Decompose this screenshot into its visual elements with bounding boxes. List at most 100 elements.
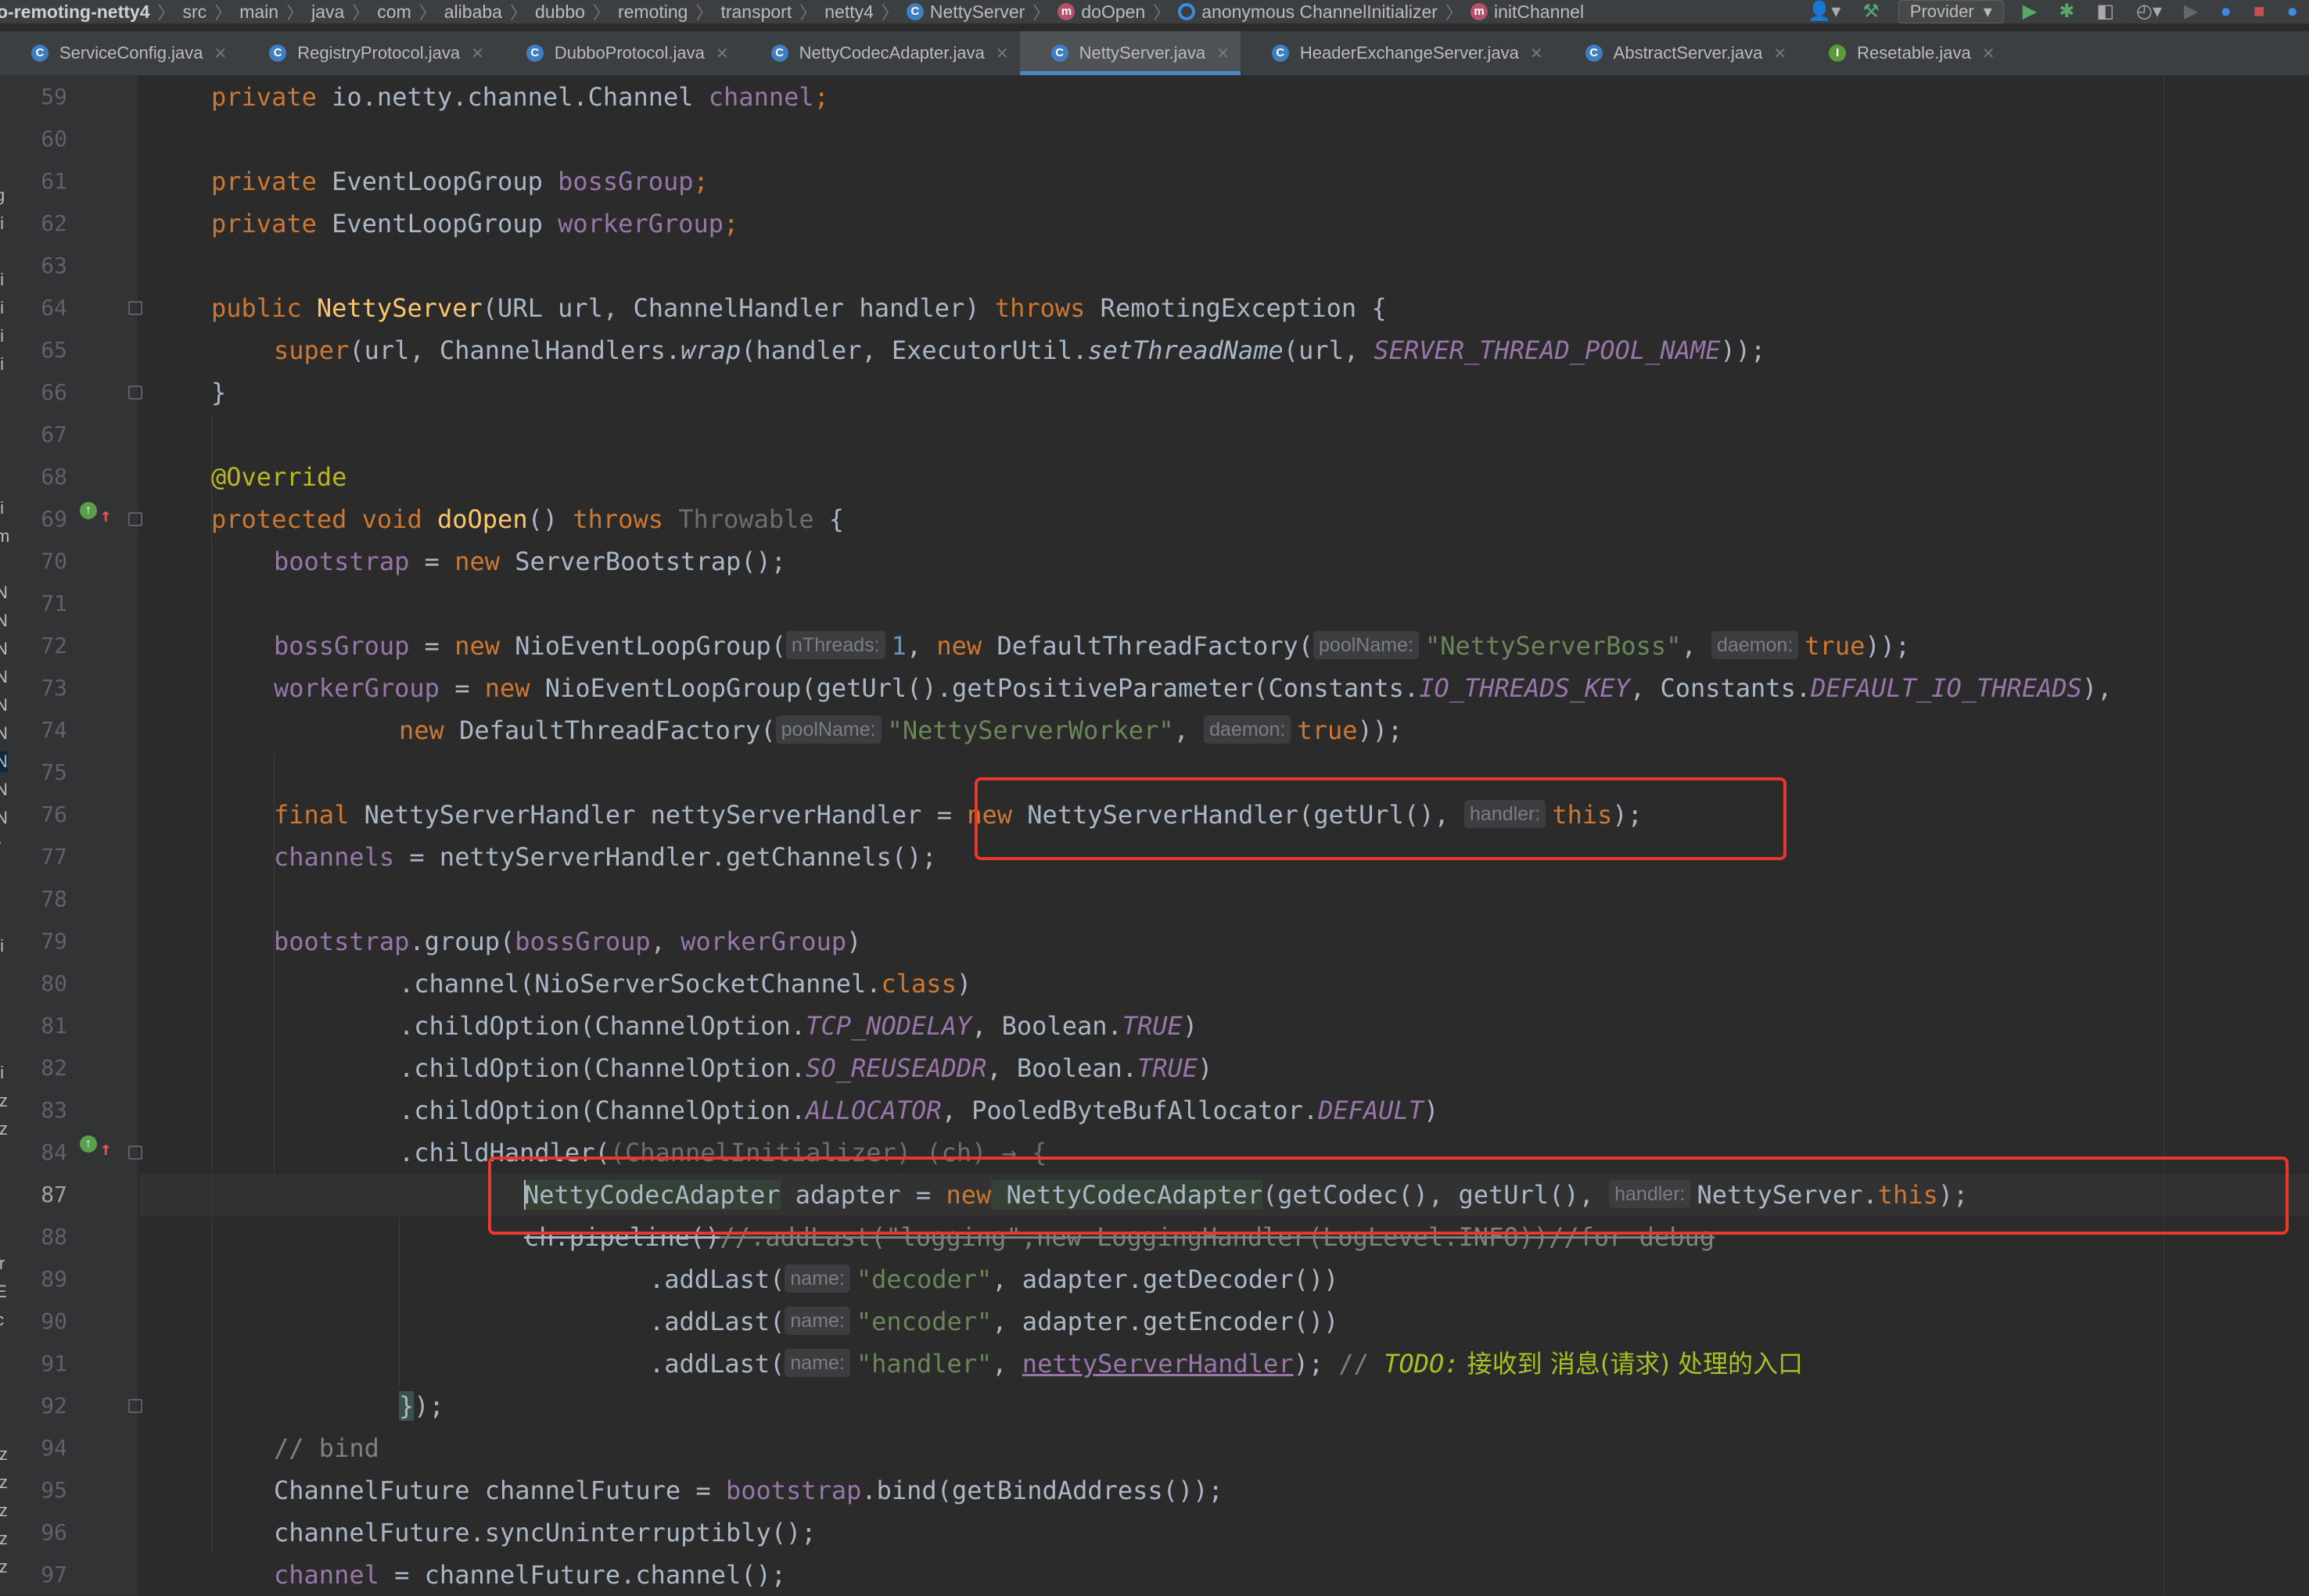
breadcrumb-init-channel[interactable]: m initChannel — [1470, 0, 1584, 23]
breadcrumb-separator: 〉 — [799, 3, 817, 23]
chevron-down-icon: ▾ — [1983, 2, 1992, 21]
breadcrumb-anonymous-class[interactable]: anonymous ChannelInitializer — [1178, 0, 1438, 23]
breadcrumb-class[interactable]: C NettyServer — [906, 0, 1025, 23]
breadcrumb-netty4[interactable]: netty4 — [824, 0, 874, 23]
tab-resetable[interactable]: I Resetable.java ✕ — [1797, 31, 2006, 75]
tab-abstractserver[interactable]: C AbstractServer.java ✕ — [1554, 31, 1798, 75]
token: ch.pipeline() — [524, 1222, 720, 1252]
close-icon[interactable]: ✕ — [1530, 44, 1543, 63]
token: (URL url, ChannelHandler handler) — [482, 293, 980, 323]
update-icon[interactable]: ● — [2221, 0, 2232, 23]
line-number: 60 — [41, 126, 67, 152]
run-configuration-label: Provider — [1909, 2, 1974, 21]
code-line: .childHandler((ChannelInitializer) (ch) … — [399, 1132, 1047, 1174]
breadcrumb-anonymous-label: anonymous ChannelInitializer — [1201, 1, 1438, 22]
close-icon[interactable]: ✕ — [471, 44, 484, 63]
class-icon: C — [31, 45, 48, 62]
token: protected — [211, 504, 347, 534]
collapsed-lambda[interactable]: (ChannelInitializer) (ch) → { — [610, 1138, 1047, 1167]
line-number: 59 — [41, 84, 67, 109]
close-icon[interactable]: ✕ — [214, 44, 227, 63]
token: bootstrap — [274, 547, 410, 576]
run-configuration-select[interactable]: Provider ▾ — [1898, 0, 2004, 23]
token: ) — [1198, 1053, 1213, 1083]
project-tree-fragment: iz — [0, 1529, 8, 1548]
token: bossGroup — [558, 167, 694, 196]
project-tree-fragment: N — [0, 611, 8, 630]
token: EventLoopGroup — [332, 209, 543, 239]
debug-icon[interactable]: ✱ — [2059, 0, 2074, 23]
run-icon[interactable]: ▶ — [2023, 0, 2037, 23]
tab-nettyserver[interactable]: C NettyServer.java ✕ — [1019, 31, 1241, 75]
breadcrumb-com[interactable]: com — [377, 0, 411, 23]
close-icon[interactable]: ✕ — [1773, 44, 1787, 63]
token: , — [906, 631, 937, 661]
hammer-icon[interactable]: ⚒ — [1862, 0, 1880, 23]
stop-icon[interactable]: ■ — [2253, 0, 2265, 23]
tab-serviceconfig[interactable]: C ServiceConfig.java ✕ — [0, 31, 238, 75]
token: .childHandler( — [399, 1138, 610, 1167]
token: ; — [724, 209, 739, 239]
abstract-class-icon: C — [1585, 45, 1603, 62]
class-icon: C — [269, 45, 287, 62]
token: , — [1681, 631, 1711, 661]
project-tree-fragment: ti — [0, 298, 4, 317]
token: //.addLast("logging",new LoggingHandler(… — [720, 1222, 1715, 1252]
close-icon[interactable]: ✕ — [1216, 44, 1230, 63]
tab-dubboprotocol[interactable]: C DubboProtocol.java ✕ — [495, 31, 740, 75]
breadcrumb-method-label: doOpen — [1081, 1, 1146, 22]
tab-nettycodecadapter[interactable]: C NettyCodecAdapter.java ✕ — [740, 31, 1020, 75]
code-line: NettyCodecAdapter adapter = new NettyCod… — [524, 1174, 1968, 1216]
breadcrumb-method[interactable]: m doOpen — [1058, 0, 1145, 23]
breadcrumb-separator: 〉 — [157, 3, 175, 23]
override-marker-icon[interactable]: ↑ — [80, 502, 97, 519]
override-marker-icon[interactable]: ↑ — [80, 1135, 97, 1153]
close-icon[interactable]: ✕ — [996, 44, 1009, 63]
coverage-icon[interactable]: ◧ — [2096, 0, 2114, 23]
tab-registryprotocol[interactable]: C RegistryProtocol.java ✕ — [238, 31, 495, 75]
close-icon[interactable]: ✕ — [1982, 44, 1995, 63]
project-tool-window-edge[interactable]: g ti i ti ti ti ti i ti m l N N N N N N … — [0, 76, 19, 1595]
token: NettyCodecAdapter — [991, 1180, 1263, 1210]
token: DEFAULT — [1318, 1096, 1424, 1125]
breadcrumb-alibaba[interactable]: alibaba — [444, 0, 502, 23]
profile-icon[interactable]: ◴▾ — [2136, 0, 2162, 23]
tab-headerexchangeserver[interactable]: C HeaderExchangeServer.java ✕ — [1241, 31, 1554, 75]
line-number: 64 — [41, 295, 67, 321]
project-tree-fragment: ti — [0, 270, 4, 289]
attach-icon[interactable]: ▶ — [2184, 0, 2198, 23]
code-line: @Override — [211, 462, 347, 492]
code-line: workerGroup = new NioEventLoopGroup(getU… — [274, 667, 2112, 709]
close-icon[interactable]: ✕ — [716, 44, 729, 63]
line-number: 80 — [41, 970, 67, 996]
breadcrumb-java[interactable]: java — [311, 0, 344, 23]
user-icon[interactable]: 👤▾ — [1808, 0, 1840, 23]
search-icon[interactable]: ● — [2287, 0, 2299, 23]
breadcrumb-separator: 〉 — [1153, 3, 1171, 23]
line-number: 61 — [41, 168, 67, 194]
line-number: 91 — [41, 1350, 67, 1376]
code-line: protected void doOpen() throws Throwable… — [211, 498, 844, 540]
token: )); — [1865, 631, 1911, 661]
code-line: private EventLoopGroup workerGroup; — [211, 203, 738, 245]
breadcrumb-src[interactable]: src — [183, 0, 207, 23]
editor-gutter[interactable]: 59 60 61 62 63 64 65 66 67 68 69 70 71 7… — [19, 76, 142, 1595]
breadcrumb-module[interactable]: o-remoting-netty4 — [0, 0, 150, 23]
breadcrumb-dubbo[interactable]: dubbo — [535, 0, 585, 23]
line-number: 81 — [41, 1013, 67, 1038]
breadcrumb-remoting[interactable]: remoting — [618, 0, 688, 23]
code-editor[interactable]: private io.netty.channel.Channel channel… — [139, 76, 2309, 1595]
token: NettyServerHandler(getUrl(), — [1012, 800, 1464, 830]
todo-marker: TODO: — [1384, 1349, 1460, 1379]
breadcrumb-main[interactable]: main — [239, 0, 278, 23]
parameter-hint: poolName: — [775, 716, 882, 744]
token: private — [211, 82, 317, 112]
line-number: 73 — [41, 675, 67, 701]
token: bossGroup — [515, 927, 651, 956]
token: EventLoopGroup — [332, 167, 543, 196]
token: workerGroup — [558, 209, 724, 239]
token: void — [361, 504, 422, 534]
token: NioEventLoopGroup( — [499, 631, 787, 661]
project-tree-fragment: r — [0, 836, 1, 856]
breadcrumb-transport[interactable]: transport — [720, 0, 792, 23]
